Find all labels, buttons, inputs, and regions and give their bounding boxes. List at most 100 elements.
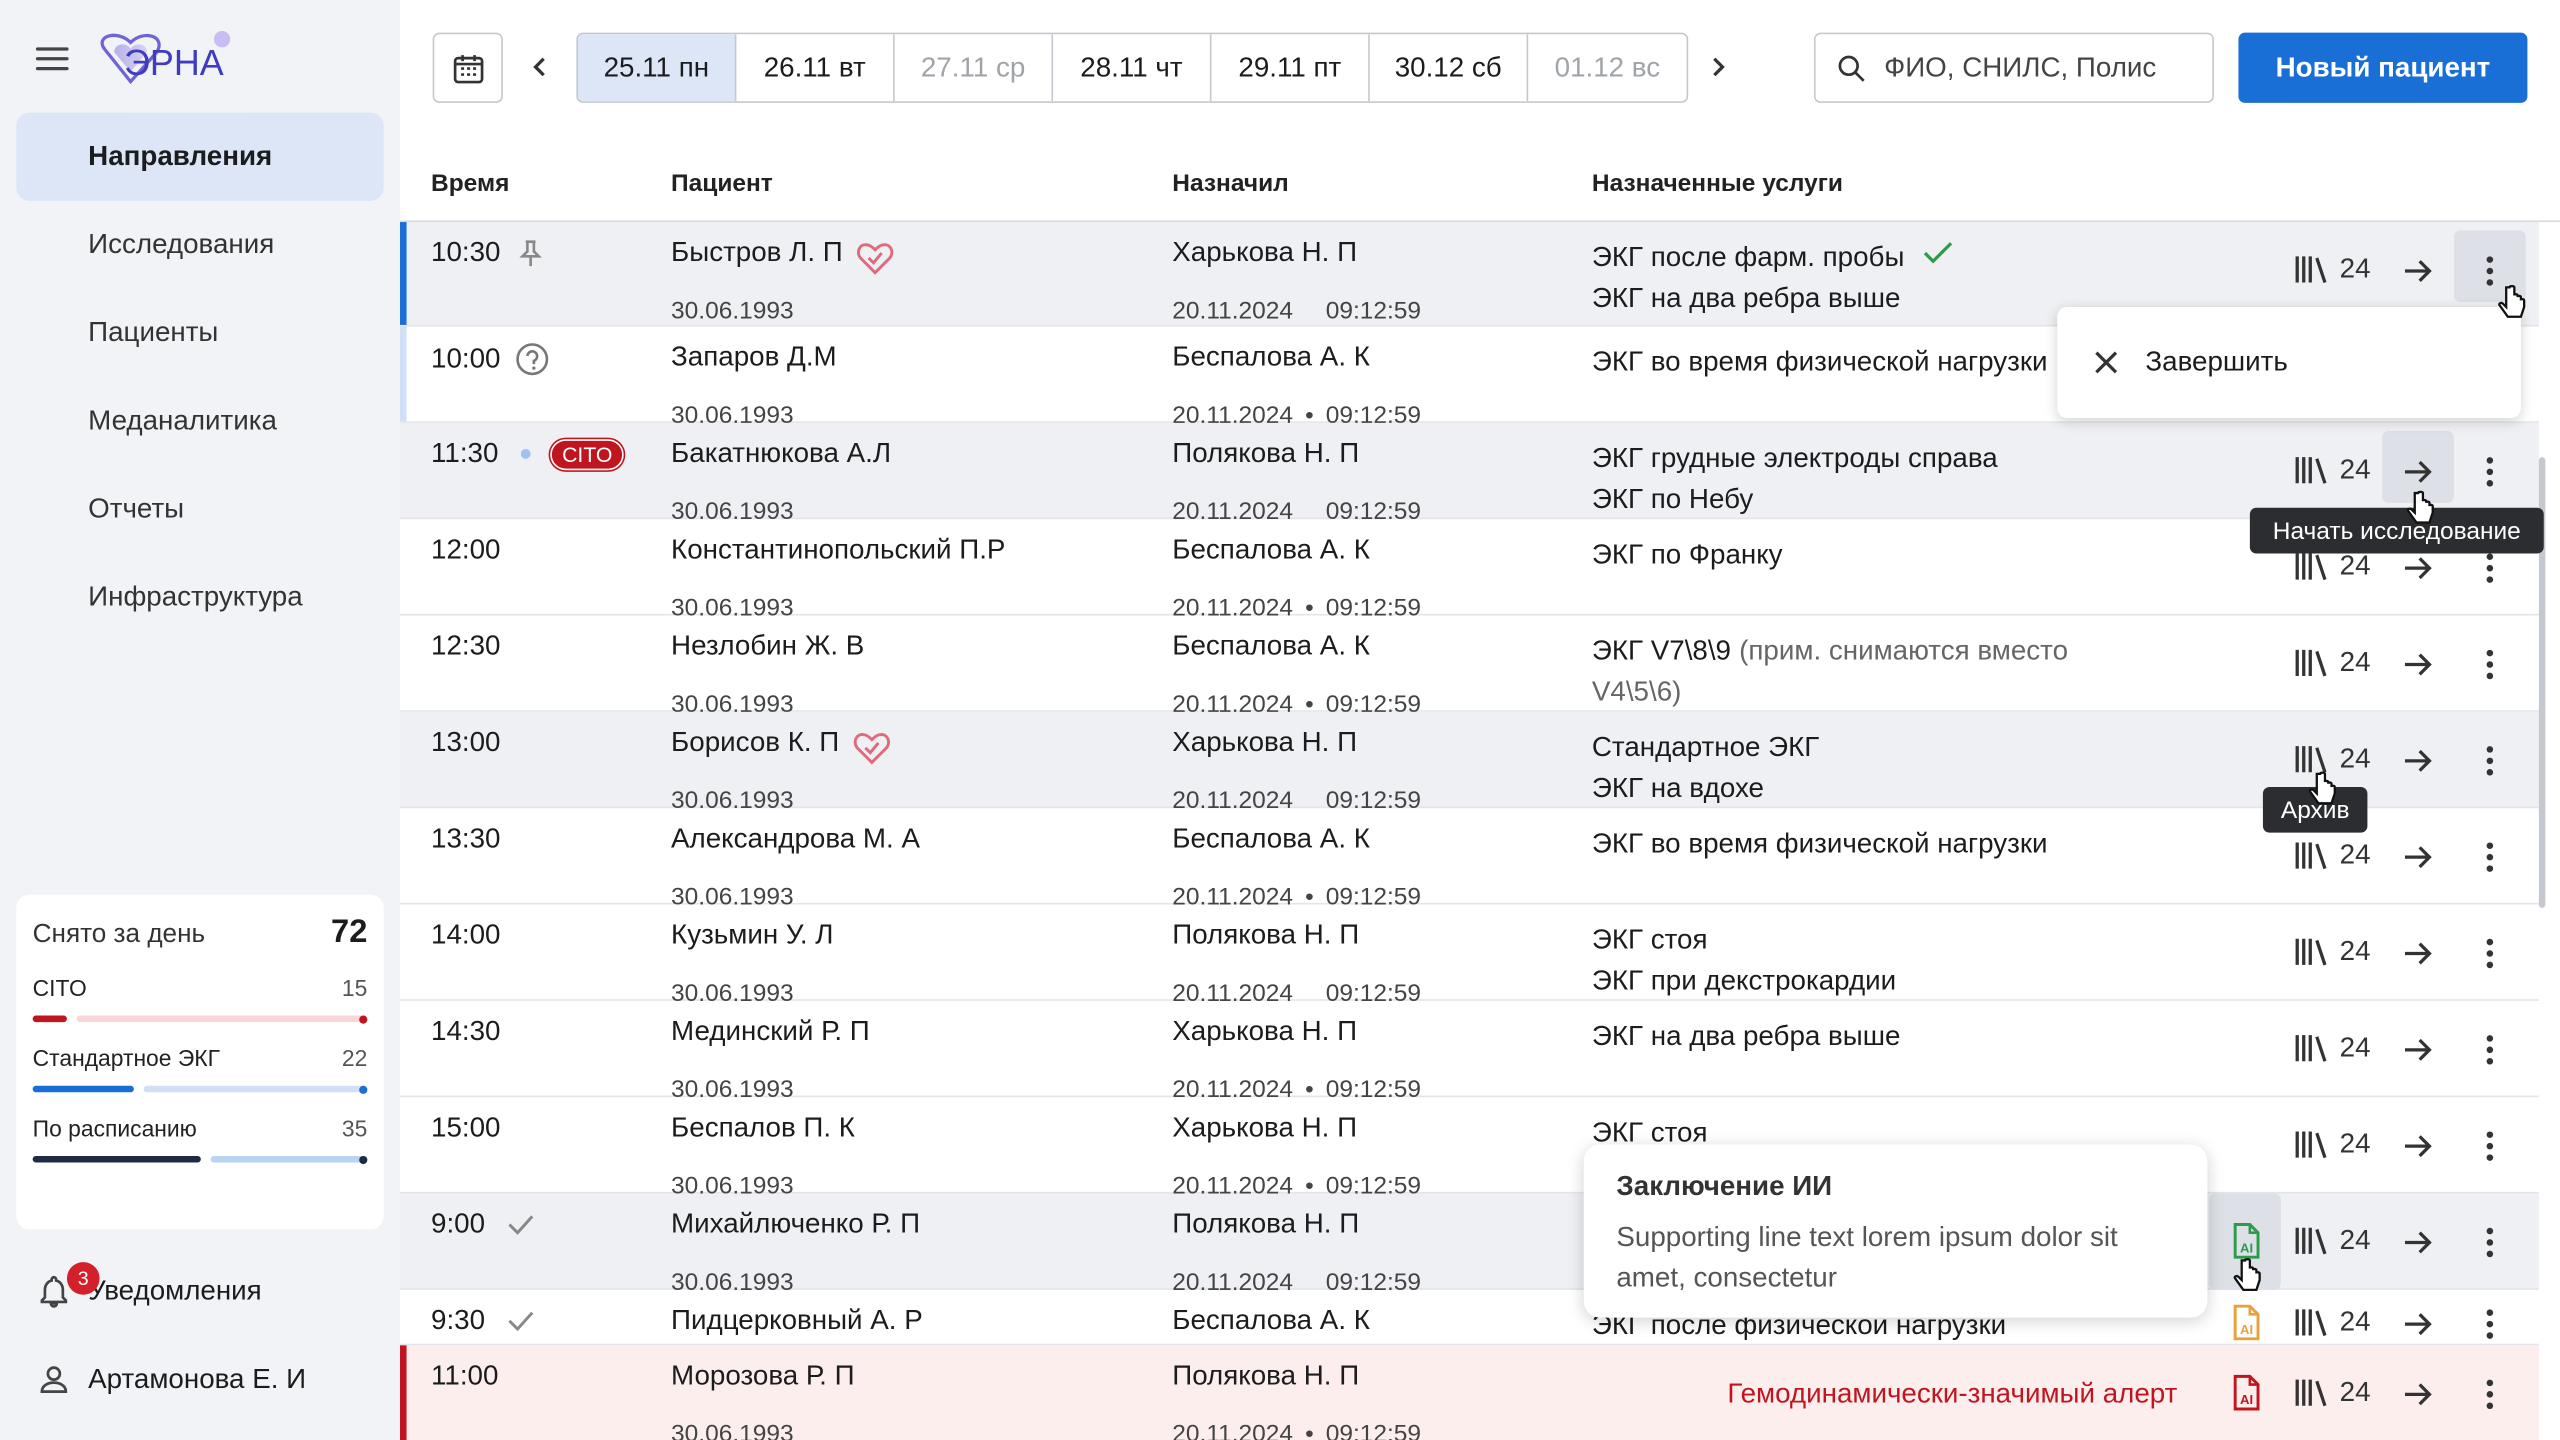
more-actions-button[interactable] <box>2472 550 2508 586</box>
sidebar-item-1[interactable]: Направления <box>16 112 384 201</box>
help-icon[interactable] <box>514 341 550 377</box>
user-profile[interactable]: Артамонова Е. И <box>16 1342 383 1417</box>
archive-button[interactable]: 24 <box>2294 647 2371 680</box>
more-actions-button[interactable] <box>2472 1128 2508 1164</box>
row-time: 11:00 <box>431 1360 499 1392</box>
patient-cell[interactable]: Константинопольский П.Р 30.06.1993 <box>671 534 1005 622</box>
start-research-button[interactable] <box>2400 1032 2436 1068</box>
day-tab[interactable]: 30.12 сб <box>1370 34 1529 102</box>
start-research-button[interactable] <box>2400 839 2436 875</box>
patient-cell[interactable]: Бакатнюкова А.Л 30.06.1993 <box>671 438 891 526</box>
table-row[interactable]: 12:30 Незлобин Ж. В 30.06.1993 Беспалова А.… <box>400 616 2539 718</box>
start-research-button[interactable] <box>2400 1128 2436 1164</box>
prev-week-button[interactable] <box>522 49 558 85</box>
start-research-button[interactable] <box>2400 1306 2436 1342</box>
patient-cell[interactable]: Кузьмин У. Л 30.06.1993 <box>671 919 833 1007</box>
sidebar-item-3[interactable]: Пациенты <box>16 289 383 377</box>
ai-report-button[interactable]: AI <box>2229 1373 2265 1412</box>
patient-cell[interactable]: Мединский Р. П 30.06.1993 <box>671 1016 870 1104</box>
stat-progress-bar <box>32 1155 368 1164</box>
sidebar-item-4[interactable]: Меданалитика <box>16 377 383 465</box>
more-actions-button[interactable] <box>2472 743 2508 779</box>
table-row[interactable]: 9:30 Пидцерковный А. Р Беспалова А. К ЭКГ п… <box>400 1290 2539 1346</box>
patient-cell[interactable]: Борисов К. П 30.06.1993 <box>671 726 901 815</box>
archive-button[interactable]: 24 <box>2294 454 2371 487</box>
archive-button[interactable]: 24 <box>2294 1128 2371 1161</box>
sidebar-item-2[interactable]: Исследования <box>16 201 383 289</box>
start-research-button[interactable] <box>2400 1376 2436 1412</box>
finish-menu-item[interactable]: Завершить <box>2145 346 2287 379</box>
table-row[interactable]: 14:30 Мединский Р. П 30.06.1993 Харькова Н.… <box>400 1001 2539 1104</box>
table-row[interactable]: 12:00 Константинопольский П.Р 30.06.1993 Бе… <box>400 519 2539 622</box>
app-logo[interactable]: ЭРНА <box>91 26 238 91</box>
service-name: ЭКГ стоя <box>1591 924 1708 956</box>
archive-button[interactable]: 24 <box>2294 1376 2371 1409</box>
ai-report-icon[interactable]: AI <box>2229 1303 2265 1342</box>
menu-icon[interactable] <box>35 47 69 71</box>
more-actions-button[interactable] <box>2472 839 2508 875</box>
patient-cell[interactable]: Морозова Р. П 30.06.1993 <box>671 1360 855 1440</box>
patient-cell[interactable]: Александрова М. А 30.06.1993 <box>671 823 920 911</box>
doctor-cell: Полякова Н. П 20.11.2024 • 09:12:59 <box>1172 1360 1421 1440</box>
archive-button[interactable]: 24 <box>2294 1306 2371 1339</box>
table-row[interactable]: 13:00 Борисов К. П 30.06.1993 Харькова Н. П… <box>400 711 2539 815</box>
day-tab[interactable]: 26.11 вт <box>736 34 895 102</box>
calendar-button[interactable] <box>432 32 503 103</box>
stat-label: По расписанию <box>32 1115 197 1142</box>
table-row[interactable]: 9:00 Михайлюченко Р. П 30.06.1993 Полякова … <box>400 1193 2539 1296</box>
archive-button[interactable]: 24 <box>2294 839 2371 872</box>
patient-cell[interactable]: Беспалов П. К 30.06.1993 <box>671 1112 855 1200</box>
more-actions-button[interactable] <box>2472 1225 2508 1261</box>
archive-button[interactable]: 24 <box>2294 1032 2371 1065</box>
patient-cell[interactable]: Запаров Д.М 30.06.1993 <box>671 341 837 429</box>
sidebar-item-6[interactable]: Инфраструктура <box>16 553 383 641</box>
start-research-button[interactable] <box>2400 936 2436 972</box>
ai-report-button[interactable]: AI <box>2229 1303 2265 1342</box>
more-actions-button[interactable] <box>2472 647 2508 683</box>
more-actions-button[interactable] <box>2472 1376 2508 1412</box>
archive-count: 24 <box>2339 453 2371 485</box>
table-row[interactable]: 15:00 Беспалов П. К 30.06.1993 Харькова Н. … <box>400 1097 2539 1200</box>
search-input[interactable] <box>1884 51 2195 85</box>
table-row[interactable]: 11:00 Морозова Р. П 30.06.1993 Полякова Н. … <box>400 1345 2539 1440</box>
more-actions-button[interactable] <box>2472 1306 2508 1342</box>
next-week-button[interactable] <box>1700 49 1736 85</box>
start-research-button[interactable] <box>2400 253 2436 289</box>
stat-row: По расписанию 35 <box>32 1115 368 1164</box>
start-research-button[interactable] <box>2400 454 2436 490</box>
more-actions-button[interactable] <box>2472 1032 2508 1068</box>
time-cell: 9:30 <box>431 1305 537 1338</box>
more-actions-button[interactable] <box>2472 936 2508 972</box>
time-cell: 9:00 <box>431 1208 537 1241</box>
archive-button[interactable]: 24 <box>2294 550 2371 583</box>
patient-cell[interactable]: Михайлюченко Р. П 30.06.1993 <box>671 1208 920 1296</box>
ai-report-icon[interactable]: AI <box>2229 1221 2265 1260</box>
start-research-button[interactable] <box>2400 550 2436 586</box>
table-row[interactable]: 11:30 CITO Бакатнюкова А.Л 30.06.1993 Поляко… <box>400 422 2539 526</box>
archive-button[interactable]: 24 <box>2294 1225 2371 1258</box>
sidebar-item-5[interactable]: Отчеты <box>16 465 383 553</box>
time-cell: 14:00 <box>431 919 500 952</box>
new-patient-button[interactable]: Новый пациент <box>2238 32 2528 103</box>
table-row[interactable]: 13:30 Александрова М. А 30.06.1993 Беспалов… <box>400 808 2539 911</box>
day-tab[interactable]: 29.11 пт <box>1211 34 1370 102</box>
notifications-button[interactable]: 3 Уведомления <box>16 1254 383 1329</box>
start-research-button[interactable] <box>2400 1225 2436 1261</box>
start-research-button[interactable] <box>2400 647 2436 683</box>
start-research-button[interactable] <box>2400 743 2436 779</box>
patient-cell[interactable]: Пидцерковный А. Р <box>671 1305 923 1338</box>
ai-report-button[interactable]: AI <box>2229 1221 2265 1260</box>
table-row[interactable]: 14:00 Кузьмин У. Л 30.06.1993 Полякова Н. П… <box>400 905 2539 1007</box>
ai-report-icon[interactable]: AI <box>2229 1373 2265 1412</box>
patient-cell[interactable]: Быстров Л. П 30.06.1993 <box>671 237 905 325</box>
day-tab[interactable]: 28.11 чт <box>1053 34 1212 102</box>
archive-button[interactable]: 24 <box>2294 253 2371 286</box>
search-box[interactable] <box>1813 32 2214 103</box>
patient-name: Борисов К. П <box>671 726 840 758</box>
chevron-down-icon[interactable] <box>335 585 361 611</box>
patient-cell[interactable]: Незлобин Ж. В 30.06.1993 <box>671 630 864 718</box>
archive-button[interactable]: 24 <box>2294 936 2371 969</box>
day-tab[interactable]: 25.11 пн <box>577 34 737 102</box>
more-actions-button[interactable] <box>2472 454 2508 490</box>
pin-icon[interactable] <box>517 238 543 267</box>
